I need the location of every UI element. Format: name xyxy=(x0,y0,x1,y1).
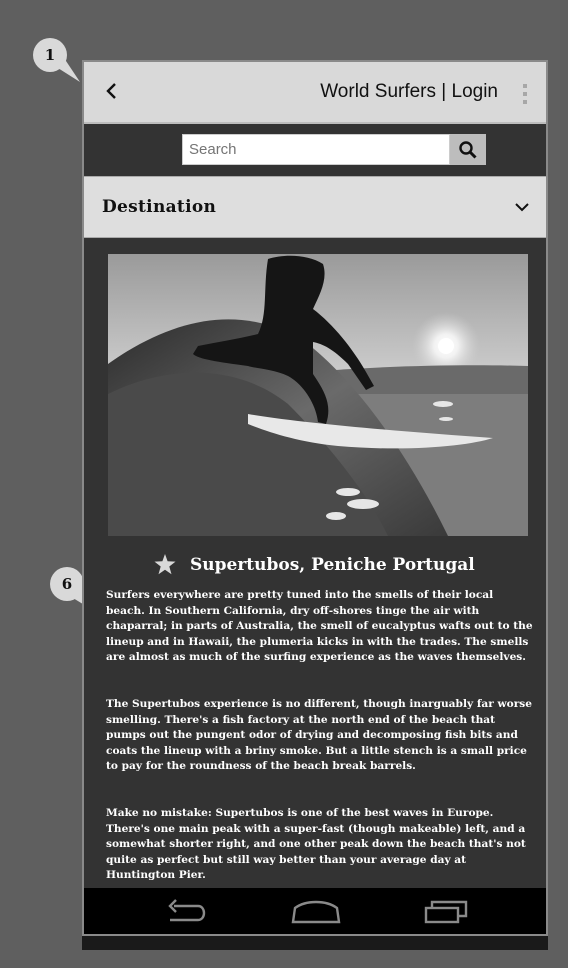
article-paragraph: The Supertubos experience is no differen… xyxy=(106,698,532,773)
surf-photo xyxy=(108,254,528,536)
app-title: World Surfers | Login xyxy=(320,81,498,102)
phone-frame: World Surfers | Login Destination xyxy=(82,60,548,936)
search-icon xyxy=(459,140,477,159)
app-bar: World Surfers | Login xyxy=(84,62,546,124)
star-icon[interactable] xyxy=(154,554,176,575)
article-title: Supertubos, Peniche Portugal xyxy=(190,554,475,575)
destination-label: Destination xyxy=(102,197,217,217)
device-shadow xyxy=(82,936,548,950)
nav-back-icon[interactable] xyxy=(164,898,208,926)
article-paragraph: Surfers everywhere are pretty tuned into… xyxy=(106,589,533,664)
destination-dropdown[interactable]: Destination xyxy=(84,176,546,238)
nav-home-icon[interactable] xyxy=(291,898,341,926)
chevron-down-icon xyxy=(515,203,529,212)
back-arrow-icon[interactable] xyxy=(102,80,126,104)
system-nav-bar xyxy=(84,888,546,934)
article-heading: Supertubos, Peniche Portugal xyxy=(154,554,475,575)
search-input[interactable] xyxy=(182,134,450,165)
search-bar xyxy=(84,124,546,176)
overflow-menu-icon[interactable] xyxy=(522,84,528,104)
search-button[interactable] xyxy=(450,134,486,165)
article-paragraph: Make no mistake: Supertubos is one of th… xyxy=(106,807,526,882)
annotation-marker-tail xyxy=(50,55,80,82)
nav-recent-apps-icon[interactable] xyxy=(424,898,470,926)
